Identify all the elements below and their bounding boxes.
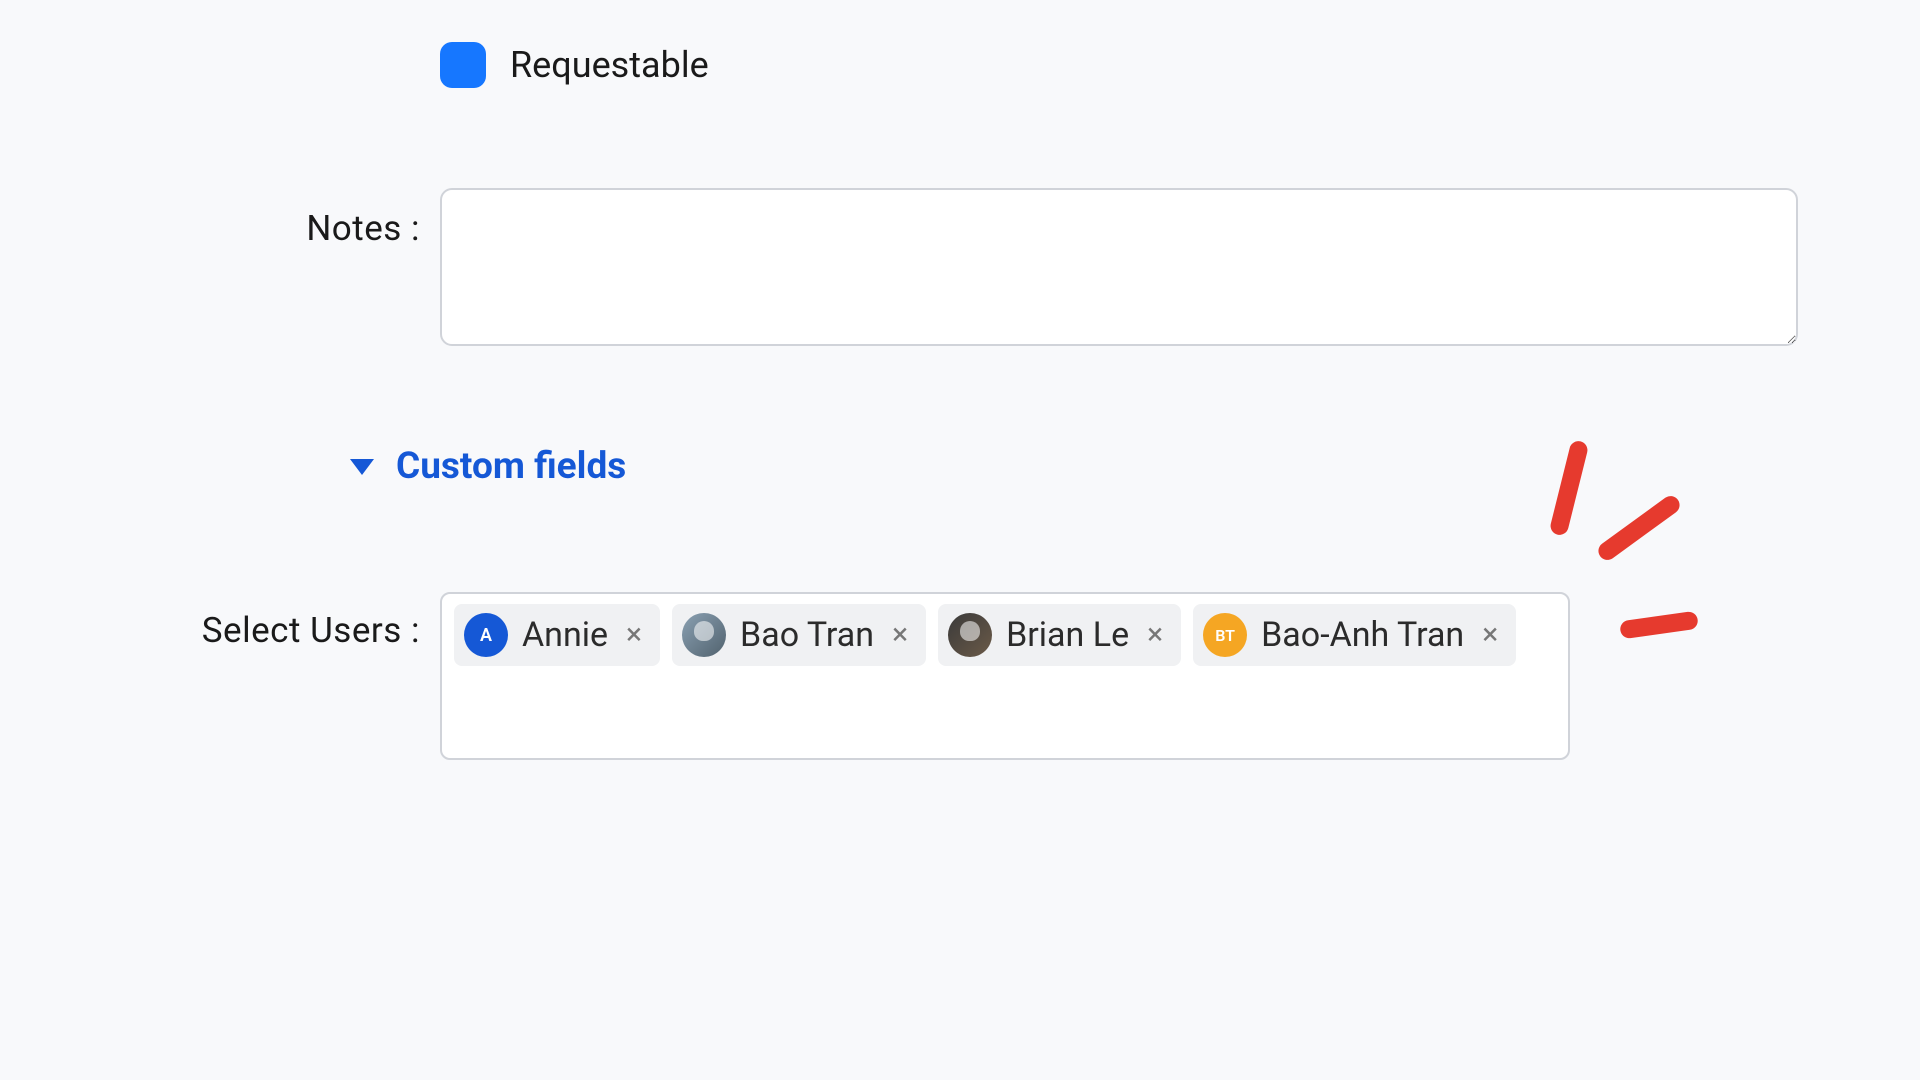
notes-textarea[interactable] <box>440 188 1798 346</box>
notes-row: Notes : <box>0 188 1920 346</box>
caret-down-icon <box>350 459 374 475</box>
user-tag: Brian Le × <box>938 604 1181 666</box>
custom-fields-toggle[interactable]: Custom fields <box>350 445 626 488</box>
select-users-row: Select Users : A Annie × Bao Tran × Bria… <box>0 592 1570 760</box>
user-tag-name: Bao Tran <box>740 615 874 655</box>
avatar-icon <box>682 613 726 657</box>
remove-tag-icon[interactable]: × <box>622 620 646 650</box>
user-tag: BT Bao-Anh Tran × <box>1193 604 1516 666</box>
avatar-icon: BT <box>1203 613 1247 657</box>
user-tag: Bao Tran × <box>672 604 926 666</box>
select-users-label: Select Users : <box>0 592 440 651</box>
requestable-row: Requestable <box>0 42 709 88</box>
requestable-label: Requestable <box>510 44 709 86</box>
requestable-checkbox[interactable] <box>440 42 486 88</box>
avatar-icon: A <box>464 613 508 657</box>
notes-label: Notes : <box>0 188 440 249</box>
user-tag-name: Annie <box>522 615 608 655</box>
remove-tag-icon[interactable]: × <box>888 620 912 650</box>
user-tag: A Annie × <box>454 604 660 666</box>
user-tag-name: Bao-Anh Tran <box>1261 615 1464 655</box>
remove-tag-icon[interactable]: × <box>1478 620 1502 650</box>
avatar-icon <box>948 613 992 657</box>
user-tag-name: Brian Le <box>1006 615 1129 655</box>
remove-tag-icon[interactable]: × <box>1143 620 1167 650</box>
annotation-marks <box>1540 440 1740 660</box>
select-users-input[interactable]: A Annie × Bao Tran × Brian Le × BT Bao-A… <box>440 592 1570 760</box>
custom-fields-label: Custom fields <box>396 445 626 488</box>
